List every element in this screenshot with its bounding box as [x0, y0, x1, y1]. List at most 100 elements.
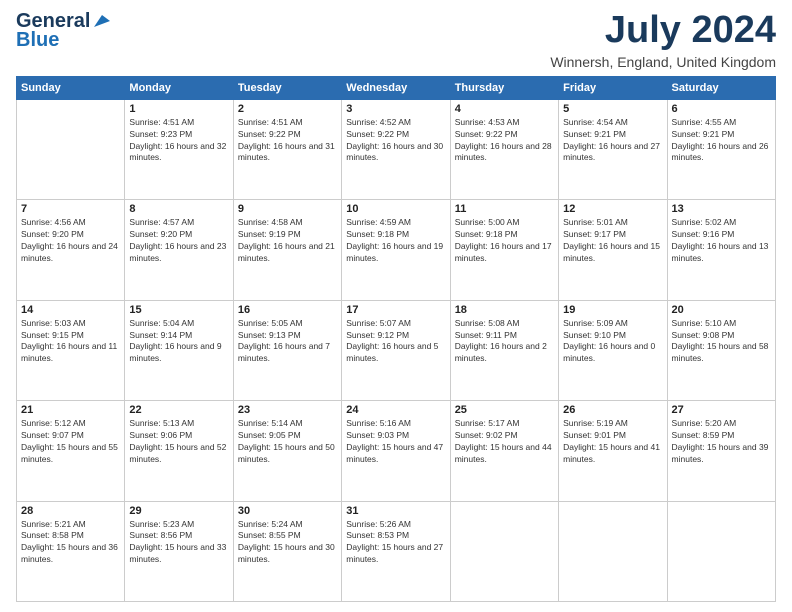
table-row: 3 Sunrise: 4:52 AM Sunset: 9:22 PM Dayli…: [342, 99, 450, 199]
day-info: Sunrise: 5:02 AM Sunset: 9:16 PM Dayligh…: [672, 217, 771, 265]
sunset-text: Sunset: 9:17 PM: [563, 229, 626, 239]
day-info: Sunrise: 4:51 AM Sunset: 9:22 PM Dayligh…: [238, 117, 337, 165]
table-row: 22 Sunrise: 5:13 AM Sunset: 9:06 PM Dayl…: [125, 401, 233, 501]
day-number: 7: [21, 203, 120, 215]
daylight-text: Daylight: 16 hours and 27 minutes.: [563, 141, 660, 163]
sunrise-text: Sunrise: 5:17 AM: [455, 418, 520, 428]
table-row: 11 Sunrise: 5:00 AM Sunset: 9:18 PM Dayl…: [450, 200, 558, 300]
day-number: 1: [129, 103, 228, 115]
day-number: 21: [21, 404, 120, 416]
col-wednesday: Wednesday: [342, 76, 450, 99]
table-row: 30 Sunrise: 5:24 AM Sunset: 8:55 PM Dayl…: [233, 501, 341, 601]
table-row: 27 Sunrise: 5:20 AM Sunset: 8:59 PM Dayl…: [667, 401, 775, 501]
day-info: Sunrise: 5:03 AM Sunset: 9:15 PM Dayligh…: [21, 318, 120, 366]
daylight-text: Daylight: 15 hours and 47 minutes.: [346, 442, 443, 464]
table-row: 21 Sunrise: 5:12 AM Sunset: 9:07 PM Dayl…: [17, 401, 125, 501]
sunrise-text: Sunrise: 5:03 AM: [21, 318, 86, 328]
sunset-text: Sunset: 9:07 PM: [21, 430, 84, 440]
calendar-header-row: Sunday Monday Tuesday Wednesday Thursday…: [17, 76, 776, 99]
day-info: Sunrise: 5:17 AM Sunset: 9:02 PM Dayligh…: [455, 418, 554, 466]
sunrise-text: Sunrise: 5:01 AM: [563, 217, 628, 227]
daylight-text: Daylight: 16 hours and 7 minutes.: [238, 341, 330, 363]
daylight-text: Daylight: 15 hours and 52 minutes.: [129, 442, 226, 464]
day-info: Sunrise: 4:54 AM Sunset: 9:21 PM Dayligh…: [563, 117, 662, 165]
day-info: Sunrise: 5:12 AM Sunset: 9:07 PM Dayligh…: [21, 418, 120, 466]
header: General Blue July 2024 Winnersh, England…: [16, 10, 776, 70]
table-row: 25 Sunrise: 5:17 AM Sunset: 9:02 PM Dayl…: [450, 401, 558, 501]
day-number: 30: [238, 505, 337, 517]
day-info: Sunrise: 4:53 AM Sunset: 9:22 PM Dayligh…: [455, 117, 554, 165]
day-number: 19: [563, 304, 662, 316]
sunrise-text: Sunrise: 5:07 AM: [346, 318, 411, 328]
sunrise-text: Sunrise: 5:04 AM: [129, 318, 194, 328]
day-number: 6: [672, 103, 771, 115]
day-number: 31: [346, 505, 445, 517]
day-info: Sunrise: 5:13 AM Sunset: 9:06 PM Dayligh…: [129, 418, 228, 466]
daylight-text: Daylight: 15 hours and 33 minutes.: [129, 542, 226, 564]
page: General Blue July 2024 Winnersh, England…: [0, 0, 792, 612]
col-thursday: Thursday: [450, 76, 558, 99]
daylight-text: Daylight: 16 hours and 0 minutes.: [563, 341, 655, 363]
table-row: 5 Sunrise: 4:54 AM Sunset: 9:21 PM Dayli…: [559, 99, 667, 199]
day-info: Sunrise: 5:21 AM Sunset: 8:58 PM Dayligh…: [21, 519, 120, 567]
sunset-text: Sunset: 9:20 PM: [21, 229, 84, 239]
daylight-text: Daylight: 16 hours and 30 minutes.: [346, 141, 443, 163]
sunset-text: Sunset: 9:22 PM: [455, 129, 518, 139]
sunset-text: Sunset: 8:53 PM: [346, 530, 409, 540]
day-number: 28: [21, 505, 120, 517]
day-info: Sunrise: 5:10 AM Sunset: 9:08 PM Dayligh…: [672, 318, 771, 366]
day-number: 27: [672, 404, 771, 416]
sunrise-text: Sunrise: 4:52 AM: [346, 117, 411, 127]
month-title: July 2024: [550, 10, 776, 52]
day-info: Sunrise: 4:55 AM Sunset: 9:21 PM Dayligh…: [672, 117, 771, 165]
daylight-text: Daylight: 15 hours and 39 minutes.: [672, 442, 769, 464]
sunset-text: Sunset: 9:18 PM: [455, 229, 518, 239]
daylight-text: Daylight: 16 hours and 23 minutes.: [129, 241, 226, 263]
table-row: 14 Sunrise: 5:03 AM Sunset: 9:15 PM Dayl…: [17, 300, 125, 400]
sunrise-text: Sunrise: 5:02 AM: [672, 217, 737, 227]
sunset-text: Sunset: 9:01 PM: [563, 430, 626, 440]
table-row: 9 Sunrise: 4:58 AM Sunset: 9:19 PM Dayli…: [233, 200, 341, 300]
day-number: 3: [346, 103, 445, 115]
table-row: 13 Sunrise: 5:02 AM Sunset: 9:16 PM Dayl…: [667, 200, 775, 300]
sunset-text: Sunset: 9:06 PM: [129, 430, 192, 440]
sunset-text: Sunset: 9:14 PM: [129, 330, 192, 340]
day-number: 26: [563, 404, 662, 416]
table-row: 24 Sunrise: 5:16 AM Sunset: 9:03 PM Dayl…: [342, 401, 450, 501]
day-number: 11: [455, 203, 554, 215]
day-info: Sunrise: 4:59 AM Sunset: 9:18 PM Dayligh…: [346, 217, 445, 265]
daylight-text: Daylight: 16 hours and 15 minutes.: [563, 241, 660, 263]
table-row: [667, 501, 775, 601]
day-info: Sunrise: 4:56 AM Sunset: 9:20 PM Dayligh…: [21, 217, 120, 265]
day-number: 17: [346, 304, 445, 316]
sunrise-text: Sunrise: 5:16 AM: [346, 418, 411, 428]
table-row: 28 Sunrise: 5:21 AM Sunset: 8:58 PM Dayl…: [17, 501, 125, 601]
sunset-text: Sunset: 8:56 PM: [129, 530, 192, 540]
table-row: 12 Sunrise: 5:01 AM Sunset: 9:17 PM Dayl…: [559, 200, 667, 300]
day-number: 22: [129, 404, 228, 416]
col-monday: Monday: [125, 76, 233, 99]
sunset-text: Sunset: 9:23 PM: [129, 129, 192, 139]
sunrise-text: Sunrise: 4:53 AM: [455, 117, 520, 127]
day-info: Sunrise: 5:00 AM Sunset: 9:18 PM Dayligh…: [455, 217, 554, 265]
logo: General Blue: [16, 10, 110, 52]
sunset-text: Sunset: 8:59 PM: [672, 430, 735, 440]
table-row: 16 Sunrise: 5:05 AM Sunset: 9:13 PM Dayl…: [233, 300, 341, 400]
table-row: [450, 501, 558, 601]
sunrise-text: Sunrise: 4:56 AM: [21, 217, 86, 227]
sunrise-text: Sunrise: 5:10 AM: [672, 318, 737, 328]
day-number: 20: [672, 304, 771, 316]
table-row: 4 Sunrise: 4:53 AM Sunset: 9:22 PM Dayli…: [450, 99, 558, 199]
day-number: 14: [21, 304, 120, 316]
sunrise-text: Sunrise: 4:58 AM: [238, 217, 303, 227]
daylight-text: Daylight: 16 hours and 21 minutes.: [238, 241, 335, 263]
sunset-text: Sunset: 9:22 PM: [238, 129, 301, 139]
daylight-text: Daylight: 16 hours and 19 minutes.: [346, 241, 443, 263]
day-info: Sunrise: 5:19 AM Sunset: 9:01 PM Dayligh…: [563, 418, 662, 466]
sunset-text: Sunset: 9:21 PM: [672, 129, 735, 139]
col-sunday: Sunday: [17, 76, 125, 99]
sunset-text: Sunset: 9:13 PM: [238, 330, 301, 340]
table-row: 29 Sunrise: 5:23 AM Sunset: 8:56 PM Dayl…: [125, 501, 233, 601]
sunrise-text: Sunrise: 5:19 AM: [563, 418, 628, 428]
daylight-text: Daylight: 16 hours and 9 minutes.: [129, 341, 221, 363]
